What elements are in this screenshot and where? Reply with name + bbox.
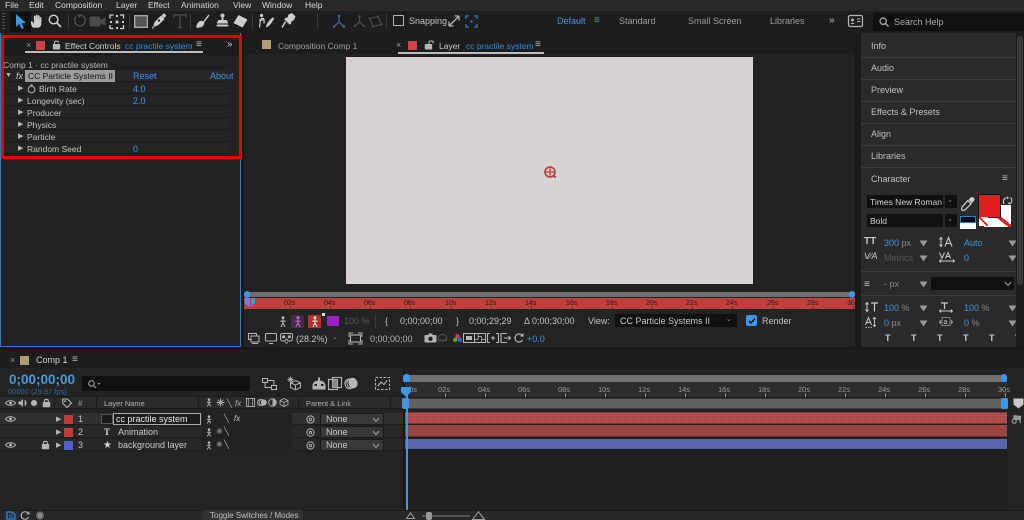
svg-text:a: a <box>944 319 948 326</box>
